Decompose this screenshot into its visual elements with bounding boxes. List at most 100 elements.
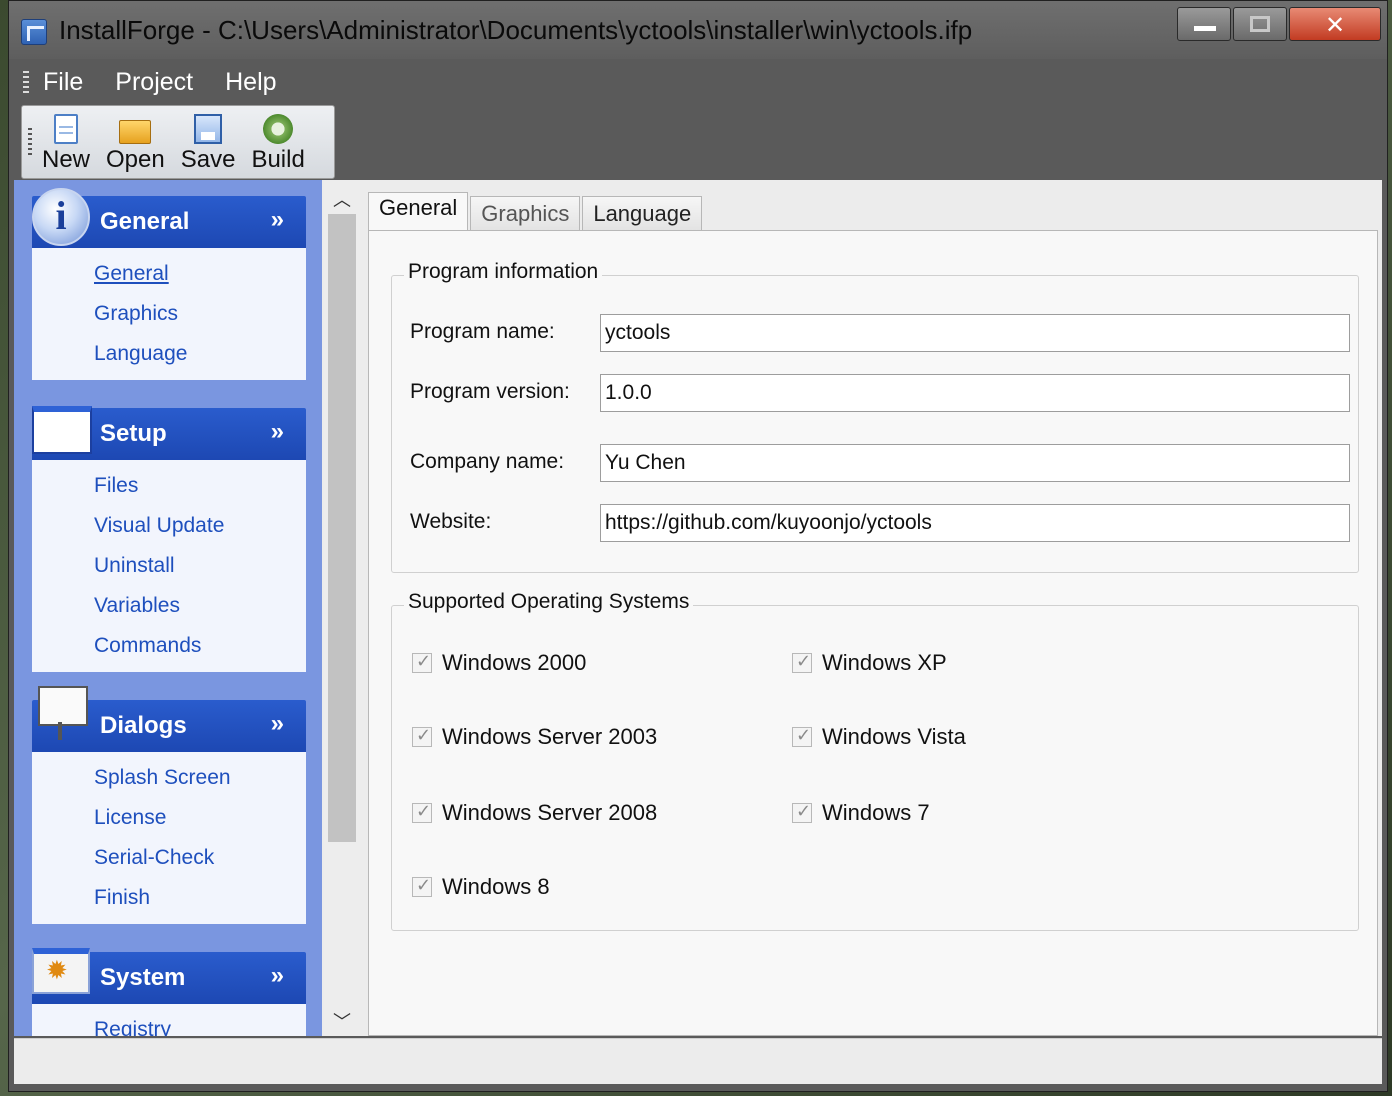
website-label: Website: [410,510,492,533]
checkbox-checked-icon[interactable] [412,801,432,823]
system-settings-icon [32,948,90,994]
status-bar [14,1038,1382,1084]
sidebar-item-uninstall[interactable]: Uninstall [32,548,306,588]
sidebar-item-variables[interactable]: Variables [32,588,306,628]
content-panel: General Graphics Language Program inform… [368,192,1378,1036]
title-bar: InstallForge - C:\Users\Administrator\Do… [9,1,1387,59]
sidebar-group-items: Files Visual Update Uninstall Variables … [32,460,306,672]
maximize-icon [1250,16,1270,32]
os-checkbox-windows-7[interactable]: Windows 7 [792,800,930,826]
menu-bar: File Project Help [15,61,1379,103]
checkbox-checked-icon[interactable] [412,875,432,897]
company-name-field[interactable] [600,444,1350,482]
sidebar-item-license[interactable]: License [32,800,306,840]
scroll-down-arrow-icon[interactable]: ﹀ [324,1008,360,1034]
sidebar-item-graphics[interactable]: Graphics [32,296,306,336]
chevron-down-icon[interactable]: » [271,710,284,738]
client-area: General » General Graphics Language Setu… [14,180,1382,1036]
installforge-app-icon [21,19,47,45]
os-label: Windows Server 2003 [442,724,658,749]
sidebar-group-items: Registry [32,1004,306,1036]
os-label: Windows 8 [442,874,550,899]
build-button[interactable]: Build [251,114,305,178]
checkbox-checked-icon[interactable] [792,801,812,823]
close-icon: ✕ [1324,12,1346,39]
new-button-label: New [42,146,91,173]
new-button[interactable]: New [42,114,90,178]
program-name-label: Program name: [410,320,555,343]
open-button[interactable]: Open [106,112,165,178]
os-label: Windows Server 2008 [442,800,658,825]
sidebar-group-title: System [100,964,186,991]
window-controls: ✕ [1175,7,1381,41]
sidebar-group-dialogs: Dialogs » Splash Screen License Serial-C… [32,686,306,924]
tab-graphics[interactable]: Graphics [470,196,581,232]
tab-general[interactable]: General [368,192,469,232]
supported-os-legend: Supported Operating Systems [404,590,694,614]
sidebar-group-items: General Graphics Language [32,248,306,380]
chevron-down-icon[interactable]: » [271,206,284,234]
os-checkbox-windows-server-2003[interactable]: Windows Server 2003 [412,724,657,750]
scroll-up-arrow-icon[interactable]: ︿ [324,186,360,212]
minimize-icon [1194,26,1216,31]
open-folder-icon [119,120,152,144]
menu-project[interactable]: Project [115,68,193,97]
supported-os-group: Supported Operating Systems Windows 2000… [391,590,1359,931]
close-button[interactable]: ✕ [1289,7,1381,41]
program-name-field[interactable] [600,314,1350,352]
info-icon [32,188,90,246]
tab-language[interactable]: Language [582,196,703,232]
checkbox-checked-icon[interactable] [412,725,432,747]
program-information-legend: Program information [404,260,603,284]
os-checkbox-windows-2000[interactable]: Windows 2000 [412,650,586,676]
toolbar-grip-handle[interactable] [28,128,32,158]
menu-help[interactable]: Help [225,68,276,97]
menu-grip-handle[interactable] [23,71,29,93]
sidebar-item-language[interactable]: Language [32,336,306,376]
os-checkbox-windows-xp[interactable]: Windows XP [792,650,947,676]
sidebar-item-visual-update[interactable]: Visual Update [32,508,306,548]
sidebar-item-files[interactable]: Files [32,468,306,508]
checkbox-checked-icon[interactable] [792,651,812,673]
program-version-field[interactable] [600,374,1350,412]
build-button-label: Build [251,146,305,173]
checkbox-checked-icon[interactable] [412,651,432,673]
save-button[interactable]: Save [181,114,235,178]
sidebar-group-header-system[interactable]: System » [32,948,306,1004]
presentation-board-icon [36,686,88,740]
os-checkbox-windows-vista[interactable]: Windows Vista [792,724,966,750]
sidebar-item-splash-screen[interactable]: Splash Screen [32,760,306,800]
navigation-sidebar: General » General Graphics Language Setu… [14,180,322,1036]
new-document-icon [54,114,78,144]
scrollbar-thumb[interactable] [328,214,356,842]
program-information-group: Program information Program name: Progra… [391,260,1359,573]
sidebar-item-commands[interactable]: Commands [32,628,306,668]
sidebar-item-registry[interactable]: Registry [32,1012,306,1036]
sidebar-group-header-dialogs[interactable]: Dialogs » [32,686,306,752]
os-checkbox-windows-server-2008[interactable]: Windows Server 2008 [412,800,657,826]
sidebar-group-title: Dialogs [100,712,187,739]
sidebar-group-title: Setup [100,420,167,447]
program-version-label: Program version: [410,380,570,403]
os-checkbox-windows-8[interactable]: Windows 8 [412,874,550,900]
minimize-button[interactable] [1177,7,1231,41]
sidebar-item-serial-check[interactable]: Serial-Check [32,840,306,880]
sidebar-scrollbar[interactable]: ︿ ﹀ [324,180,360,1036]
company-name-label: Company name: [410,450,565,473]
sidebar-group-title: General [100,208,190,235]
save-disk-icon [194,114,223,144]
maximize-button[interactable] [1233,7,1287,41]
build-gear-icon [263,114,294,144]
website-field[interactable] [600,504,1350,542]
sidebar-item-finish[interactable]: Finish [32,880,306,920]
menu-file[interactable]: File [43,68,83,97]
sidebar-group-header-setup[interactable]: Setup » [32,406,306,460]
os-label: Windows 7 [822,800,930,825]
chevron-down-icon[interactable]: » [271,962,284,990]
chevron-down-icon[interactable]: » [271,418,284,446]
checkbox-checked-icon[interactable] [792,725,812,747]
sidebar-group-general: General » General Graphics Language [32,188,306,380]
sidebar-group-items: Splash Screen License Serial-Check Finis… [32,752,306,924]
sidebar-item-general[interactable]: General [32,256,306,296]
sidebar-group-header-general[interactable]: General » [32,188,306,248]
